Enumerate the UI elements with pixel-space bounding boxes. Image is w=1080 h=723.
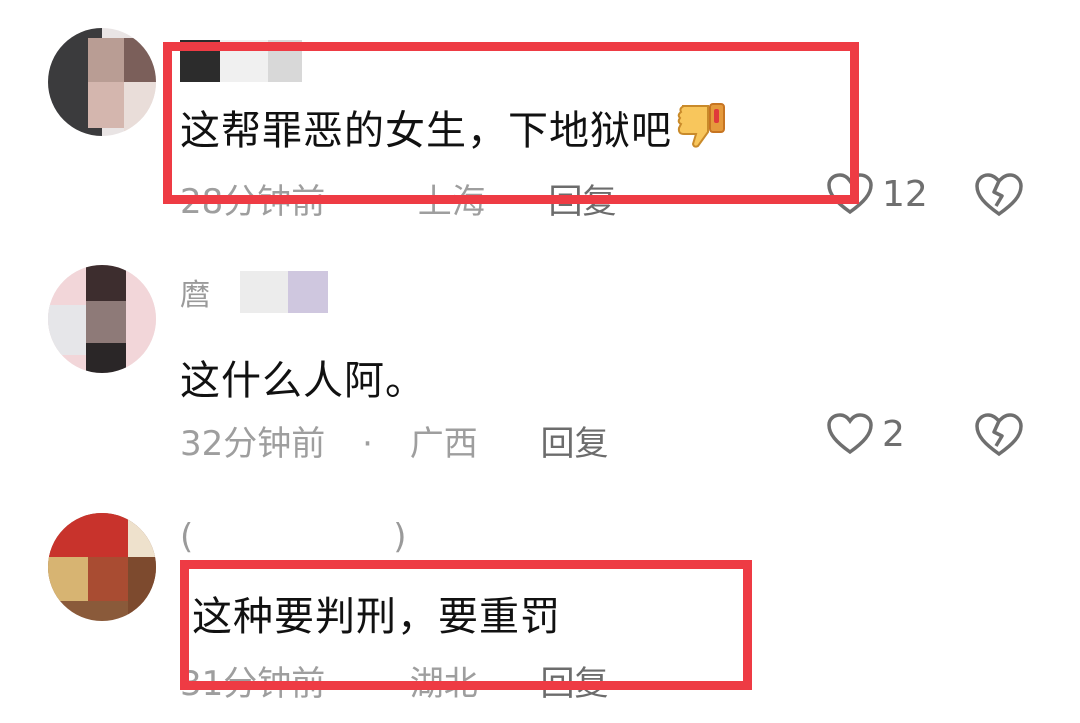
like-button[interactable]: 2 bbox=[826, 412, 905, 456]
timestamp: 32分钟前 bbox=[180, 424, 326, 464]
like-button[interactable]: 12 bbox=[826, 172, 928, 216]
reply-button[interactable]: 回复 bbox=[549, 174, 617, 223]
broken-heart-icon bbox=[975, 173, 1023, 217]
username[interactable]: ( ) bbox=[180, 516, 407, 558]
dislike-button[interactable] bbox=[974, 412, 1024, 462]
thumbs-down-emoji-icon bbox=[676, 100, 728, 160]
timestamp: 31分钟前 bbox=[180, 664, 326, 704]
avatar[interactable] bbox=[48, 28, 156, 136]
comment-meta: 32分钟前 · 广西 回复 bbox=[180, 416, 609, 465]
separator: · bbox=[366, 182, 377, 222]
like-count: 2 bbox=[882, 413, 905, 455]
comment-meta: 31分钟前 · 湖北 回复 bbox=[180, 656, 609, 705]
separator: · bbox=[362, 424, 373, 464]
comment-meta: 28分钟前 · 上海 回复 bbox=[180, 174, 617, 223]
like-count: 12 bbox=[882, 173, 928, 215]
comment-text: 这种要判刑，要重罚 bbox=[192, 594, 561, 640]
username[interactable] bbox=[180, 40, 302, 82]
reply-button[interactable]: 回复 bbox=[541, 656, 609, 705]
location: 广西 bbox=[409, 424, 478, 464]
comment-text: 这帮罪恶的女生，下地狱吧 bbox=[180, 98, 728, 160]
location: 湖北 bbox=[409, 664, 478, 704]
avatar[interactable] bbox=[48, 513, 156, 621]
heart-outline-icon bbox=[827, 173, 873, 215]
location: 上海 bbox=[417, 182, 486, 222]
separator: · bbox=[362, 664, 373, 704]
heart-outline-icon bbox=[827, 413, 873, 455]
dislike-button[interactable] bbox=[974, 172, 1024, 222]
reply-button[interactable]: 回复 bbox=[541, 416, 609, 465]
comment-text: 这什么人阿。 bbox=[180, 358, 426, 404]
username[interactable]: 麿 bbox=[180, 270, 328, 314]
broken-heart-icon bbox=[975, 413, 1023, 457]
avatar[interactable] bbox=[48, 265, 156, 373]
timestamp: 28分钟前 bbox=[180, 182, 326, 222]
